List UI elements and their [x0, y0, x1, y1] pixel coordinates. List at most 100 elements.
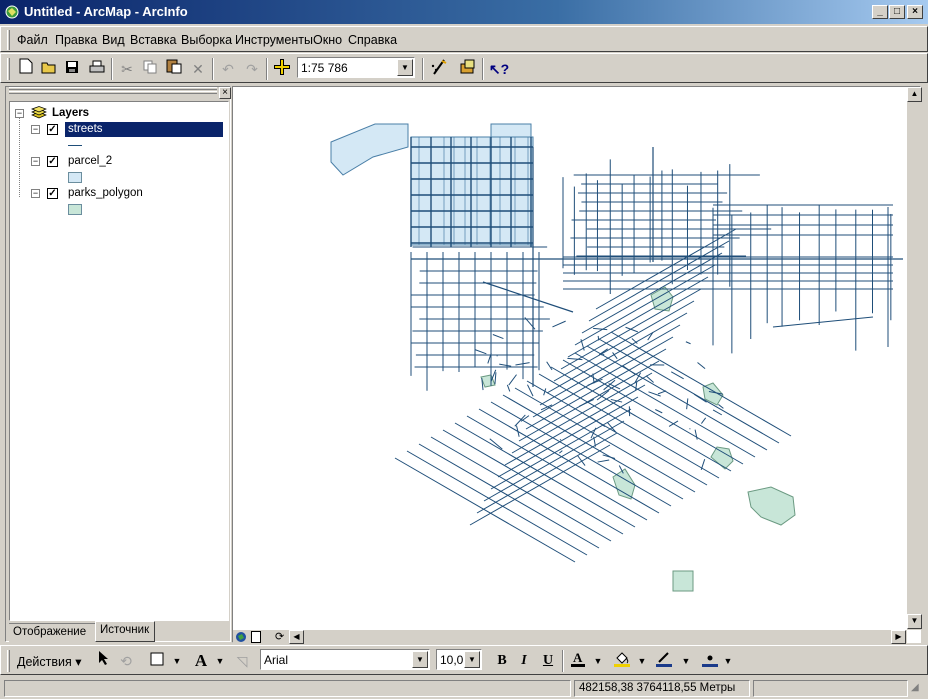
editor-icon[interactable]	[428, 58, 450, 80]
street-segment	[685, 341, 691, 345]
delete-icon[interactable]: ✕	[187, 58, 209, 80]
window-title: Untitled - ArcMap - ArcInfo	[24, 4, 188, 19]
parks-visibility-checkbox[interactable]: ✓	[47, 188, 58, 199]
menu-view[interactable]: Вид	[102, 33, 125, 47]
new-document-icon[interactable]	[15, 58, 37, 80]
chevron-down-icon[interactable]: ▼	[412, 651, 428, 668]
street-segment	[474, 349, 487, 355]
arctoolbox-icon[interactable]	[457, 58, 479, 80]
font-size-combo[interactable]: 10,0 ▼	[436, 649, 482, 670]
expand-streets-icon[interactable]: −	[31, 125, 40, 134]
street-segment	[686, 398, 689, 410]
copy-icon[interactable]	[139, 58, 161, 80]
edit-vertices-icon[interactable]: ◹	[231, 650, 253, 672]
cut-icon[interactable]: ✂	[116, 58, 138, 80]
vertical-scrollbar[interactable]: ▲ ▼	[907, 87, 922, 630]
status-extra-panel	[753, 680, 908, 697]
map-canvas[interactable]	[233, 87, 906, 630]
horizontal-scrollbar[interactable]: ⟳ ◀ ▶	[233, 630, 907, 644]
menu-bar: Файл Правка Вид Вставка Выборка Инструме…	[0, 26, 928, 52]
streets-line-symbol[interactable]	[68, 145, 82, 146]
chevron-down-icon[interactable]: ▼	[397, 59, 413, 76]
menu-edit[interactable]: Правка	[55, 33, 97, 47]
parks-fill-symbol[interactable]	[68, 204, 82, 215]
parcel-fill-symbol[interactable]	[68, 172, 82, 183]
toolbar-grip[interactable]	[7, 58, 10, 80]
expand-layers-icon[interactable]: −	[15, 109, 24, 118]
street-segment	[490, 408, 632, 490]
tab-display[interactable]: Отображение	[9, 623, 95, 642]
text-dropdown-icon[interactable]: ▼	[209, 650, 231, 672]
street-segment	[574, 264, 716, 346]
toc-drag-handle[interactable]	[9, 87, 217, 99]
svg-text:A: A	[573, 650, 583, 665]
street-segment	[552, 320, 566, 328]
street-segment	[598, 338, 780, 444]
redo-icon[interactable]: ↷	[241, 58, 263, 80]
scroll-left-icon[interactable]: ◀	[289, 630, 304, 644]
open-folder-icon[interactable]	[38, 58, 60, 80]
rotate-icon[interactable]: ⟲	[115, 650, 137, 672]
undo-icon[interactable]: ↶	[217, 58, 239, 80]
resize-grip-icon[interactable]: ◢	[911, 682, 919, 693]
fill-color-dropdown-icon[interactable]: ▼	[631, 650, 653, 672]
select-elements-icon[interactable]	[93, 650, 115, 672]
chevron-down-icon[interactable]: ▼	[464, 651, 480, 668]
drawing-actions-menu[interactable]: Действия ▾	[17, 654, 82, 669]
expand-parcel-icon[interactable]: −	[31, 157, 40, 166]
font-color-dropdown-icon[interactable]: ▼	[587, 650, 609, 672]
map-scale-combo[interactable]: 1:75 786 ▼	[297, 57, 415, 78]
park-polygon	[747, 486, 796, 526]
scroll-up-icon[interactable]: ▲	[907, 87, 922, 102]
rectangle-dropdown-icon[interactable]: ▼	[166, 650, 188, 672]
bold-button[interactable]: B	[491, 650, 513, 672]
toc-close-icon[interactable]: ×	[219, 87, 231, 99]
paste-icon[interactable]	[163, 58, 185, 80]
refresh-icon[interactable]: ⟳	[275, 630, 284, 643]
marker-color-dropdown-icon[interactable]: ▼	[717, 650, 739, 672]
scroll-down-icon[interactable]: ▼	[907, 614, 922, 629]
font-name-combo[interactable]: Arial ▼	[260, 649, 430, 670]
layers-stack-icon	[31, 106, 47, 119]
maximize-button[interactable]: □	[889, 5, 905, 19]
street-segment	[645, 375, 654, 383]
menu-file[interactable]: Файл	[17, 33, 48, 47]
layout-view-icon[interactable]	[251, 631, 261, 643]
parcel-visibility-checkbox[interactable]: ✓	[47, 156, 58, 167]
street-segment	[525, 348, 667, 430]
menu-grip[interactable]	[7, 30, 10, 50]
data-frame-label[interactable]: Layers	[52, 107, 89, 119]
scroll-right-icon[interactable]: ▶	[891, 630, 906, 644]
underline-button[interactable]: U	[537, 650, 559, 672]
whats-this-icon[interactable]: ↖?	[488, 58, 510, 80]
streets-visibility-checkbox[interactable]: ✓	[47, 124, 58, 135]
street-segment	[772, 316, 874, 328]
toc-tabs: Отображение Источник	[9, 621, 229, 643]
map-display[interactable]: ▲ ▼ ⟳ ◀ ▶	[232, 86, 922, 644]
layer-parks-label[interactable]: parks_polygon	[68, 187, 143, 199]
menu-insert[interactable]: Вставка	[130, 33, 176, 47]
rectangle-icon[interactable]	[146, 650, 168, 672]
menu-help[interactable]: Справка	[348, 33, 397, 47]
menu-window[interactable]: Окно	[313, 33, 342, 47]
layer-streets-label[interactable]: streets	[68, 123, 103, 135]
menu-selection[interactable]: Выборка	[181, 33, 232, 47]
street-segment	[430, 436, 612, 542]
add-data-icon[interactable]	[271, 58, 293, 80]
layer-parcel-label[interactable]: parcel_2	[68, 155, 112, 167]
line-color-dropdown-icon[interactable]: ▼	[675, 650, 697, 672]
italic-button[interactable]: I	[513, 650, 535, 672]
drawbar-grip[interactable]	[7, 650, 10, 672]
fill-color-icon[interactable]	[611, 650, 633, 672]
tab-source[interactable]: Источник	[95, 621, 155, 642]
line-color-icon[interactable]	[653, 650, 675, 672]
data-view-icon[interactable]	[235, 631, 247, 643]
save-icon[interactable]	[61, 58, 83, 80]
minimize-button[interactable]: _	[872, 5, 888, 19]
close-button[interactable]: ×	[907, 5, 923, 19]
font-color-icon[interactable]: A	[567, 650, 589, 672]
menu-tools[interactable]: Инструменты	[235, 33, 313, 47]
street-segment	[610, 331, 792, 437]
print-icon[interactable]	[86, 58, 108, 80]
expand-parks-icon[interactable]: −	[31, 189, 40, 198]
